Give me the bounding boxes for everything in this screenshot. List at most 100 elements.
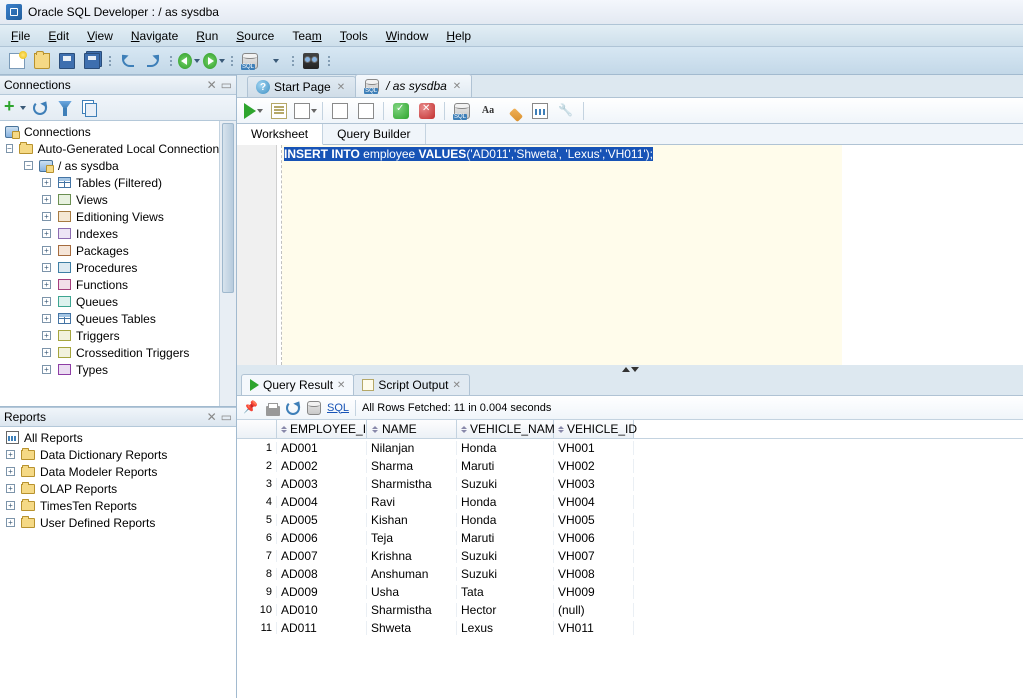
tab-query-result[interactable]: Query Result ✕ (241, 374, 354, 395)
cell-vehicle-name[interactable]: Suzuki (457, 549, 554, 563)
redo-button[interactable] (142, 50, 164, 72)
tree-item[interactable]: +Tables (Filtered) (0, 174, 219, 191)
cell-vehicle-id[interactable]: (null) (554, 603, 634, 617)
unshared-worksheet-button[interactable] (450, 100, 474, 122)
cell-employee-id[interactable]: AD010 (277, 603, 367, 617)
undo-button[interactable] (117, 50, 139, 72)
tree-expand-icon[interactable]: + (6, 518, 15, 527)
to-upper-lower-button[interactable]: Aa (476, 100, 500, 122)
tree-item[interactable]: +User Defined Reports (0, 514, 236, 531)
cell-name[interactable]: Krishna (367, 549, 457, 563)
menu-view[interactable]: View (80, 26, 120, 46)
run-statement-button[interactable] (241, 100, 265, 122)
table-row[interactable]: 3AD003SharmisthaSuzukiVH003 (237, 475, 1023, 493)
tree-root-connections[interactable]: Connections (0, 123, 219, 140)
nav-back-button[interactable] (178, 50, 200, 72)
tree-item[interactable]: +Queues Tables (0, 310, 219, 327)
cell-vehicle-name[interactable]: Suzuki (457, 567, 554, 581)
sql-worksheet-dropdown[interactable] (264, 50, 286, 72)
cell-employee-id[interactable]: AD007 (277, 549, 367, 563)
close-icon[interactable]: ✕ (337, 380, 345, 391)
column-header[interactable]: EMPLOYEE_ID (277, 420, 367, 438)
tree-expand-icon[interactable]: + (6, 467, 15, 476)
result-grid[interactable]: EMPLOYEE_ID NAME VEHICLE_NAME VEHICLE_ID… (237, 419, 1023, 698)
cell-vehicle-id[interactable]: VH003 (554, 477, 634, 491)
cell-name[interactable]: Nilanjan (367, 441, 457, 455)
scrollbar[interactable] (219, 121, 236, 406)
cell-employee-id[interactable]: AD004 (277, 495, 367, 509)
tree-expand-icon[interactable]: + (42, 263, 51, 272)
table-row[interactable]: 8AD008AnshumanSuzukiVH008 (237, 565, 1023, 583)
cell-vehicle-name[interactable]: Lexus (457, 621, 554, 635)
table-row[interactable]: 10AD010SharmisthaHector(null) (237, 601, 1023, 619)
tree-item[interactable]: +Data Dictionary Reports (0, 446, 236, 463)
column-header[interactable]: NAME (367, 420, 457, 438)
table-row[interactable]: 6AD006TejaMarutiVH006 (237, 529, 1023, 547)
tree-expand-icon[interactable]: + (42, 365, 51, 374)
panel-close-icon[interactable]: ✕ (207, 78, 217, 92)
tree-expand-icon[interactable]: + (42, 246, 51, 255)
cell-name[interactable]: Shweta (367, 621, 457, 635)
cell-employee-id[interactable]: AD001 (277, 441, 367, 455)
tree-item[interactable]: +Views (0, 191, 219, 208)
nav-forward-button[interactable] (203, 50, 225, 72)
autotrace-button[interactable] (328, 100, 352, 122)
menu-team[interactable]: Team (285, 26, 328, 46)
tree-expand-icon[interactable]: + (42, 229, 51, 238)
run-script-button[interactable] (267, 100, 291, 122)
cell-vehicle-name[interactable]: Suzuki (457, 477, 554, 491)
pin-button[interactable]: 📌 (243, 400, 259, 416)
save-button[interactable] (56, 50, 78, 72)
tab-query-builder[interactable]: Query Builder (323, 124, 425, 144)
cell-vehicle-name[interactable]: Honda (457, 441, 554, 455)
cell-vehicle-id[interactable]: VH002 (554, 459, 634, 473)
sql-link[interactable]: SQL (327, 402, 349, 414)
cell-name[interactable]: Usha (367, 585, 457, 599)
cell-employee-id[interactable]: AD002 (277, 459, 367, 473)
refresh-result-button[interactable] (285, 400, 301, 416)
menu-run[interactable]: Run (189, 26, 225, 46)
filter-connections-button[interactable] (54, 97, 76, 119)
cell-employee-id[interactable]: AD006 (277, 531, 367, 545)
cell-vehicle-id[interactable]: VH009 (554, 585, 634, 599)
sql-editor[interactable]: INSERT INTO employee VALUES('AD011','Shw… (237, 145, 1023, 365)
menu-window[interactable]: Window (379, 26, 436, 46)
column-header[interactable]: VEHICLE_ID (554, 420, 634, 438)
tree-expand-icon[interactable]: + (6, 501, 15, 510)
menu-file[interactable]: File (4, 26, 37, 46)
menu-help[interactable]: Help (439, 26, 478, 46)
cell-employee-id[interactable]: AD003 (277, 477, 367, 491)
cell-name[interactable]: Sharmistha (367, 477, 457, 491)
save-all-button[interactable] (81, 50, 103, 72)
tree-autogen[interactable]: − Auto-Generated Local Connections (0, 140, 219, 157)
cell-vehicle-name[interactable]: Maruti (457, 531, 554, 545)
menu-navigate[interactable]: Navigate (124, 26, 185, 46)
panel-close-icon[interactable]: ✕ (207, 410, 217, 424)
clear-button[interactable] (502, 100, 526, 122)
sql-worksheet-button[interactable] (239, 50, 261, 72)
table-row[interactable]: 1AD001NilanjanHondaVH001 (237, 439, 1023, 457)
tree-item[interactable]: +Packages (0, 242, 219, 259)
cell-employee-id[interactable]: AD005 (277, 513, 367, 527)
cell-employee-id[interactable]: AD008 (277, 567, 367, 581)
tree-item[interactable]: +Functions (0, 276, 219, 293)
print-button[interactable] (266, 406, 280, 416)
menu-edit[interactable]: Edit (41, 26, 76, 46)
sql-history-button[interactable] (528, 100, 552, 122)
cell-vehicle-name[interactable]: Honda (457, 495, 554, 509)
tree-collapse-icon[interactable]: − (24, 161, 33, 170)
cell-name[interactable]: Anshuman (367, 567, 457, 581)
tree-item[interactable]: +TimesTen Reports (0, 497, 236, 514)
tree-item[interactable]: +Editioning Views (0, 208, 219, 225)
copy-connection-button[interactable] (79, 97, 101, 119)
tree-expand-icon[interactable]: + (42, 280, 51, 289)
refresh-connections-button[interactable] (29, 97, 51, 119)
cell-vehicle-id[interactable]: VH011 (554, 621, 634, 635)
close-icon[interactable]: ✕ (451, 81, 463, 92)
explain-plan-button[interactable] (293, 100, 317, 122)
tree-connection-sysdba[interactable]: − / as sysdba (0, 157, 219, 174)
cell-vehicle-id[interactable]: VH001 (554, 441, 634, 455)
tree-item[interactable]: +Crossedition Triggers (0, 344, 219, 361)
tree-expand-icon[interactable]: + (6, 450, 15, 459)
sql-tuning-button[interactable] (354, 100, 378, 122)
